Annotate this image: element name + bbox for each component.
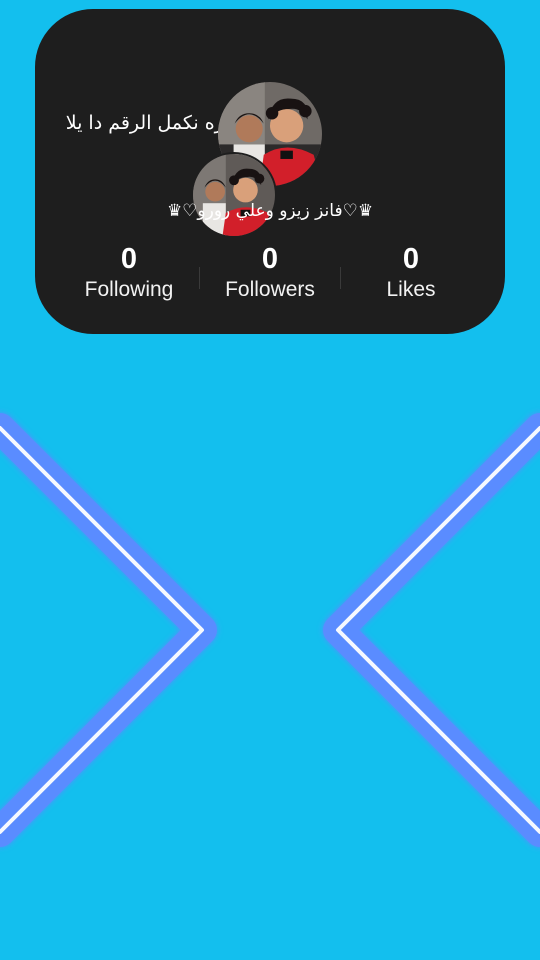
followers-label: Followers — [225, 278, 315, 301]
following-count: 0 — [120, 243, 138, 275]
profile-photo-secondary-image — [193, 154, 275, 236]
stat-following[interactable]: 0 Following — [59, 241, 199, 311]
nav-right-zone[interactable] — [320, 405, 540, 855]
profile-username: ♛♡فانز زيزو وعلي رورو♡♛ — [166, 201, 374, 221]
profile-avatar-secondary[interactable] — [193, 154, 275, 236]
profile-card: عوزه نكمل الرقم دا يلا ♛♡فانز زيزو وعلي … — [35, 9, 505, 334]
followers-count: 0 — [261, 243, 279, 275]
profile-caption: عوزه نكمل الرقم دا يلا — [65, 112, 245, 134]
screen: عوزه نكمل الرقم دا يلا ♛♡فانز زيزو وعلي … — [0, 0, 540, 960]
nav-left-zone[interactable] — [0, 405, 220, 855]
likes-label: Likes — [386, 278, 436, 301]
stat-followers[interactable]: 0 Followers — [200, 241, 340, 311]
following-label: Following — [84, 278, 174, 301]
stat-likes[interactable]: 0 Likes — [341, 241, 481, 311]
likes-count: 0 — [402, 243, 420, 275]
profile-stats: 0 Following 0 Followers 0 Likes — [59, 241, 481, 311]
